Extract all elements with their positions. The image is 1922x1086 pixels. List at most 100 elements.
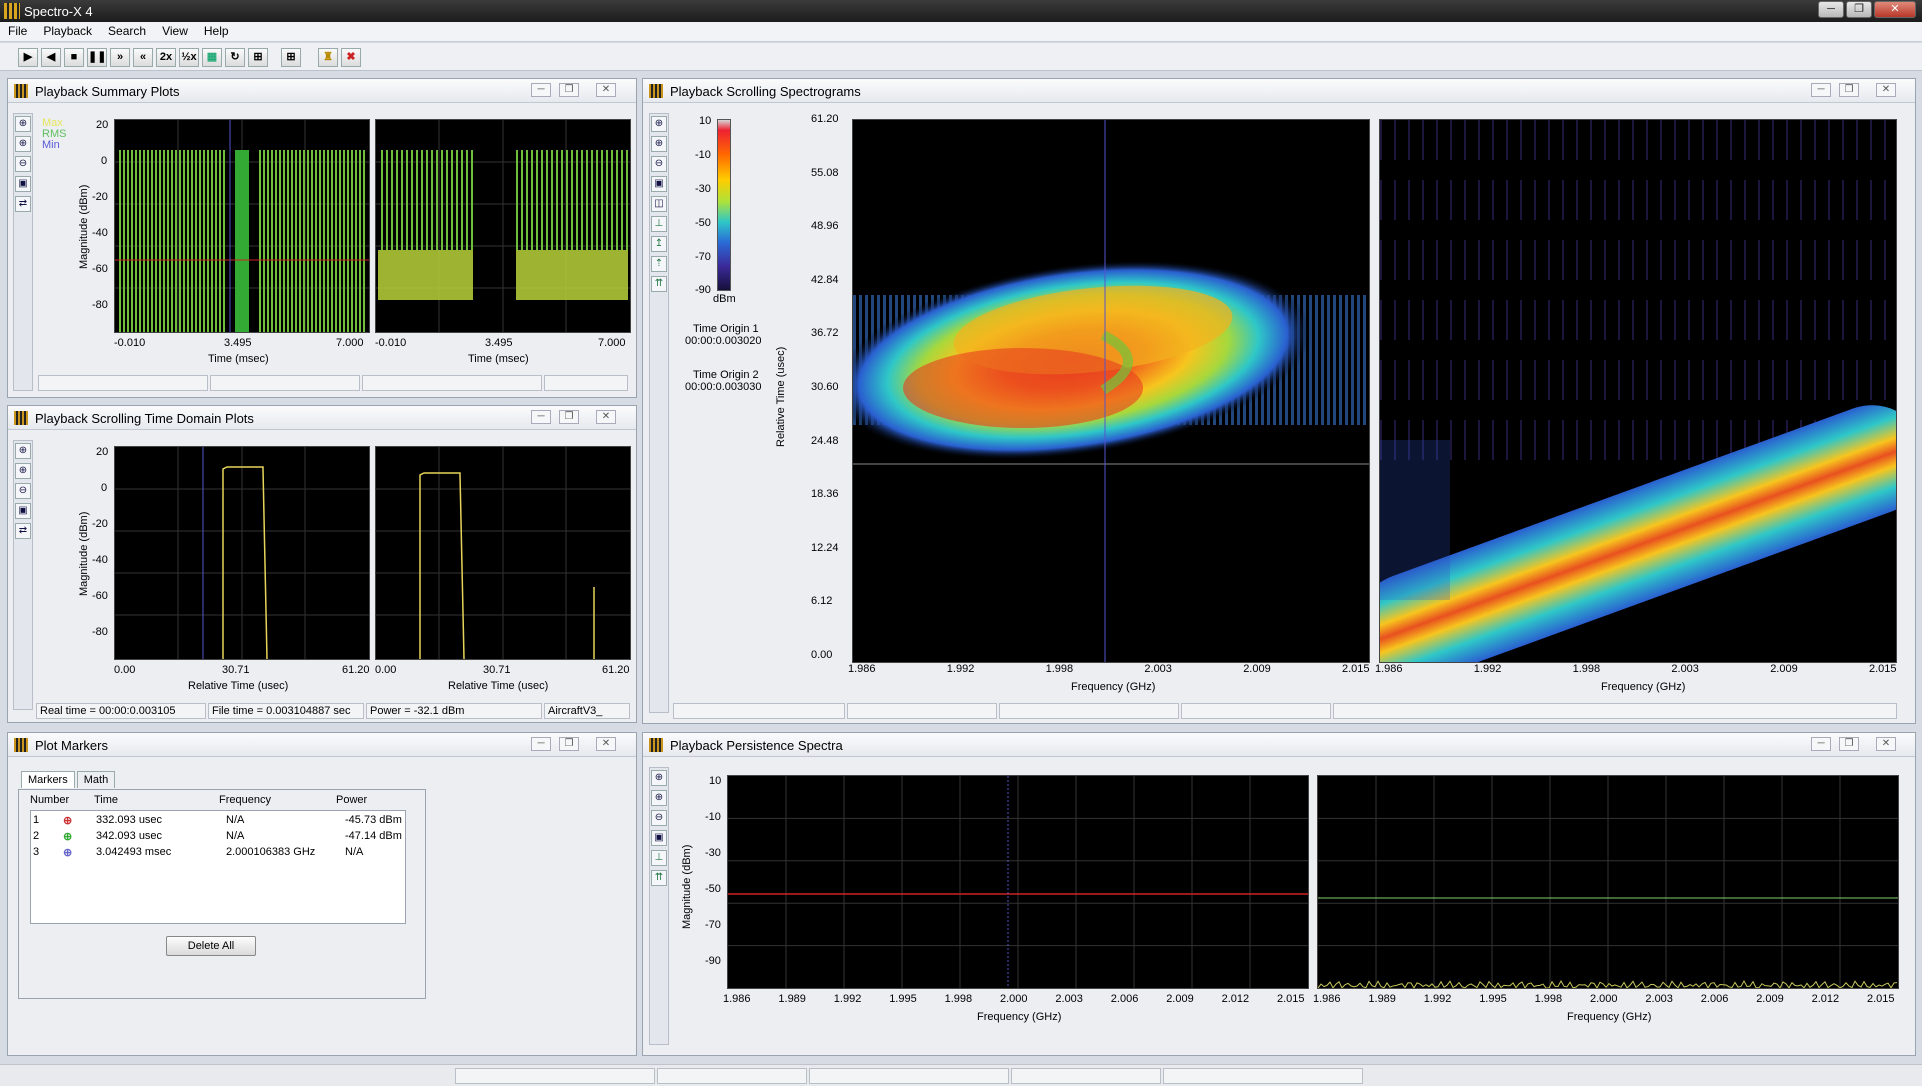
timedomain-plot-right[interactable] <box>375 446 631 660</box>
zoom-box-icon[interactable]: ▣ <box>15 176 31 192</box>
panel-restore-button[interactable]: ❐ <box>1839 737 1859 751</box>
zoom-box-icon[interactable]: ▣ <box>651 830 667 846</box>
pause-button[interactable]: ❚❚ <box>87 48 107 67</box>
zoom-out-icon[interactable]: ⊖ <box>15 156 31 172</box>
panel-minimize-button[interactable]: ─ <box>1811 83 1831 97</box>
autoscale-icon[interactable]: ⇄ <box>15 523 31 539</box>
crosshair-icon[interactable]: ⊕ <box>651 770 667 786</box>
status-cell <box>544 375 628 391</box>
region-icon[interactable]: ⊞ <box>248 48 268 67</box>
snapshot-icon[interactable]: ▦ <box>202 48 222 67</box>
marker-up-icon[interactable]: ⊥ <box>651 216 667 232</box>
panel-icon <box>14 411 28 425</box>
marker-icon[interactable]: ↥ <box>651 236 667 252</box>
zoom-in-icon[interactable]: ⊕ <box>15 136 31 152</box>
close-window-button[interactable]: ✕ <box>1874 1 1916 18</box>
x-tick: 3.495 <box>224 337 252 349</box>
marker-up-icon[interactable]: ⊥ <box>651 850 667 866</box>
x-tick: -0.010 <box>375 337 407 349</box>
x-tick: 1.995 <box>1479 993 1507 1005</box>
persistence-plot-right[interactable] <box>1317 775 1899 989</box>
zoom-box-icon[interactable]: ▣ <box>651 176 667 192</box>
panel-minimize-button[interactable]: ─ <box>531 83 551 97</box>
x-tick: 1.998 <box>944 993 973 1005</box>
y-tick: -10 <box>705 811 721 823</box>
tab-markers[interactable]: Markers <box>21 771 75 788</box>
tab-math[interactable]: Math <box>76 771 116 788</box>
grid-icon[interactable]: ⊞ <box>281 48 301 67</box>
time-domain-panel: Playback Scrolling Time Domain Plots ─ ❐… <box>7 405 637 723</box>
loop-icon[interactable]: ↻ <box>225 48 245 67</box>
stop-button[interactable]: ■ <box>64 48 84 67</box>
menu-view[interactable]: View <box>154 22 196 38</box>
zoom-in-icon[interactable]: ⊕ <box>651 790 667 806</box>
y-tick: 0 <box>101 155 108 167</box>
panel-header: Playback Scrolling Time Domain Plots ─ ❐… <box>8 406 636 430</box>
autoscale-icon[interactable]: ⇄ <box>15 196 31 212</box>
panel-restore-button[interactable]: ❐ <box>1839 83 1859 97</box>
colorbar-tick: -70 <box>695 251 711 263</box>
panel-restore-button[interactable]: ❐ <box>559 737 579 751</box>
minimize-window-button[interactable]: ─ <box>1818 1 1844 18</box>
crosshair-icon[interactable]: ⊕ <box>15 443 31 459</box>
panel-close-button[interactable]: ✕ <box>1876 83 1896 97</box>
menu-playback[interactable]: Playback <box>35 22 100 38</box>
y-tick: 10 <box>709 775 722 787</box>
menu-file[interactable]: File <box>0 22 35 38</box>
persistence-plot-left[interactable] <box>727 775 1309 989</box>
menu-search[interactable]: Search <box>100 22 154 38</box>
zoom-out-icon[interactable]: ⊖ <box>651 156 667 172</box>
zoom-box-icon[interactable]: ▣ <box>15 503 31 519</box>
panel-close-button[interactable]: ✕ <box>596 410 616 424</box>
crosshair-icon[interactable]: ⊕ <box>15 116 31 132</box>
zoom-in-icon[interactable]: ⊕ <box>651 136 667 152</box>
panel-close-button[interactable]: ✕ <box>596 83 616 97</box>
marker-pair-icon[interactable]: ⇈ <box>651 276 667 292</box>
colorbar-tick: -30 <box>695 183 711 195</box>
y-tick: -80 <box>92 299 108 311</box>
panel-minimize-button[interactable]: ─ <box>531 737 551 751</box>
rewind-button[interactable]: « <box>133 48 153 67</box>
summary-plot-left[interactable] <box>114 119 370 333</box>
half-speed-button[interactable]: ½x <box>179 48 199 67</box>
x-tick: 1.998 <box>1572 663 1601 675</box>
panel-minimize-button[interactable]: ─ <box>1811 737 1831 751</box>
panel-close-button[interactable]: ✕ <box>596 737 616 751</box>
summary-plot-right[interactable] <box>375 119 631 333</box>
find-icon[interactable]: ♜ <box>318 48 338 67</box>
timedomain-plot-left[interactable] <box>114 446 370 660</box>
fast-forward-button[interactable]: » <box>110 48 130 67</box>
status-cell <box>1011 1068 1161 1084</box>
zoom-in-icon[interactable]: ⊕ <box>15 463 31 479</box>
reverse-play-button[interactable]: ◀ <box>41 48 61 67</box>
play-button[interactable]: ▶ <box>18 48 38 67</box>
spectrogram-left[interactable] <box>852 119 1370 663</box>
delete-all-button[interactable]: Delete All <box>166 936 256 956</box>
panel-restore-button[interactable]: ❐ <box>559 83 579 97</box>
restore-window-button[interactable]: ❐ <box>1846 1 1872 18</box>
split-view-icon[interactable]: ◫ <box>651 196 667 212</box>
markers-table[interactable] <box>30 810 406 924</box>
menu-help[interactable]: Help <box>196 22 237 38</box>
clear-find-icon[interactable]: ✖ <box>341 48 361 67</box>
x-tick: 2.006 <box>1110 993 1139 1005</box>
status-cell <box>455 1068 655 1084</box>
zoom-out-icon[interactable]: ⊖ <box>15 483 31 499</box>
x-tick: 2.012 <box>1811 993 1840 1005</box>
panel-close-button[interactable]: ✕ <box>1876 737 1896 751</box>
summary-x-label: Time (msec) <box>208 353 269 365</box>
panel-restore-button[interactable]: ❐ <box>559 410 579 424</box>
double-speed-button[interactable]: 2x <box>156 48 176 67</box>
menu-bar: File Playback Search View Help <box>0 22 1922 42</box>
plot-toolstrip: ⊕ ⊕ ⊖ ▣ ⊥ ⇈ <box>649 767 669 1045</box>
crosshair-icon[interactable]: ⊕ <box>651 116 667 132</box>
zoom-out-icon[interactable]: ⊖ <box>651 810 667 826</box>
panel-minimize-button[interactable]: ─ <box>531 410 551 424</box>
marker-pair-icon[interactable]: ⇈ <box>651 870 667 886</box>
spectrogram-right[interactable] <box>1379 119 1897 663</box>
x-tick: 1.992 <box>946 663 975 675</box>
marker-time: 342.093 usec <box>96 830 163 842</box>
y-tick: -40 <box>92 554 108 566</box>
marker-range-icon[interactable]: ⇡ <box>651 256 667 272</box>
y-tick: 0.00 <box>811 648 833 661</box>
